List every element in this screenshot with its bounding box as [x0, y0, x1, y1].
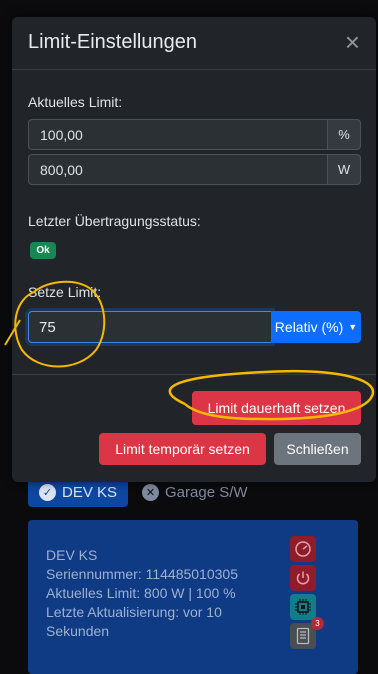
- journal-icon[interactable]: 3: [290, 617, 324, 649]
- limit-settings-modal: Limit-Einstellungen × Aktuelles Limit: 1…: [12, 17, 376, 482]
- caret-down-icon: ▼: [348, 322, 358, 332]
- limit-type-label: Relativ (%): [274, 319, 344, 335]
- modal-header: Limit-Einstellungen ×: [12, 17, 376, 70]
- page: ✓ DEV KS ✕ Garage S/W DEV KS Seriennumme…: [0, 0, 378, 674]
- status-badge: Ok: [30, 242, 56, 259]
- chip-icon[interactable]: [290, 594, 316, 620]
- inverter-info: DEV KS Seriennummer: 114485010305 Aktuel…: [46, 546, 276, 641]
- close-icon[interactable]: ×: [345, 29, 360, 55]
- serial-number: Seriennummer: 114485010305: [46, 566, 238, 582]
- journal-badge: 3: [311, 617, 324, 630]
- set-temporary-limit-button[interactable]: Limit temporär setzen: [99, 433, 266, 465]
- limit-percent-field: 100,00: [28, 119, 327, 150]
- inverter-name: DEV KS: [46, 547, 98, 563]
- set-limit-label: Setze Limit:: [28, 284, 102, 300]
- check-circle-icon: ✓: [38, 483, 56, 501]
- x-circle-icon: ✕: [142, 483, 159, 501]
- inverter-card: DEV KS Seriennummer: 114485010305 Aktuel…: [28, 520, 358, 674]
- card-icon-stack: 3: [290, 536, 324, 649]
- set-limit-input[interactable]: 75: [28, 311, 272, 343]
- percent-unit: %: [327, 119, 361, 150]
- power-icon[interactable]: [290, 565, 316, 591]
- modal-title: Limit-Einstellungen: [28, 31, 197, 53]
- watt-unit: W: [327, 154, 361, 185]
- limit-type-dropdown[interactable]: Relativ (%) ▼: [271, 311, 361, 343]
- set-permanent-limit-button[interactable]: Limit dauerhaft setzen: [192, 391, 361, 425]
- tab-garage[interactable]: ✕ Garage S/W: [142, 483, 248, 501]
- limit-watt-field: 800,00: [28, 154, 327, 185]
- current-limit-text: Aktuelles Limit: 800 W | 100 %: [46, 585, 236, 601]
- limit-watt-group: 800,00 W: [28, 154, 361, 185]
- tab-label: Garage S/W: [165, 483, 248, 501]
- last-update-text: Letzte Aktualisierung: vor 10 Sekunden: [46, 604, 222, 639]
- gauge-icon[interactable]: [290, 536, 316, 562]
- modal-footer-divider: [12, 374, 376, 375]
- status-label: Letzter Übertragungsstatus:: [28, 213, 201, 229]
- current-limit-label: Aktuelles Limit:: [28, 94, 123, 110]
- close-button[interactable]: Schließen: [274, 433, 361, 465]
- limit-percent-group: 100,00 %: [28, 119, 361, 150]
- tab-label: DEV KS: [61, 483, 118, 501]
